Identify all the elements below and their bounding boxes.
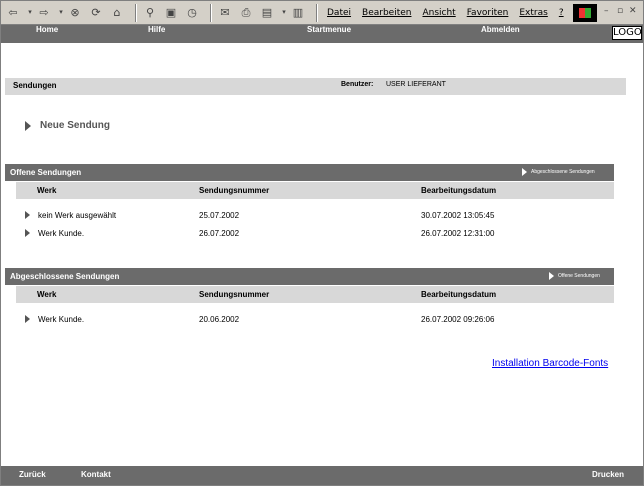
edit-icon[interactable]: ▤ <box>259 5 275 21</box>
column-sendungsnummer: Sendungsnummer <box>199 186 270 195</box>
arrow-right-icon <box>549 272 554 280</box>
column-werk: Werk <box>37 186 57 195</box>
toolbar-separator <box>316 3 318 22</box>
arrow-right-icon <box>25 120 31 131</box>
mail-icon[interactable]: ✉ <box>217 5 233 21</box>
open-shipments-link[interactable]: Offene Sendungen <box>549 272 600 280</box>
cell-bearbeitungsdatum: 26.07.2002 12:31:00 <box>421 229 495 238</box>
toolbar-separator <box>210 3 212 22</box>
browser-toolbar: ⇦ ▾ ⇨ ▾ ⊗ ⟳ ⌂ ⚲ ▣ ◷ ✉ ⎙ ▤ ▾ ▥ Datei Bear… <box>1 1 643 25</box>
dropdown-icon[interactable]: ▾ <box>280 5 288 21</box>
menu-datei[interactable]: Datei <box>327 8 351 18</box>
toolbar-separator <box>135 3 137 22</box>
closed-shipments-header: Abgeschlossene Sendungen Offene Sendunge… <box>5 268 614 285</box>
nav-abmelden[interactable]: Abmelden <box>481 25 520 35</box>
home-icon[interactable]: ⌂ <box>109 5 125 21</box>
open-shipments-title: Offene Sendungen <box>10 168 82 177</box>
favorites-icon[interactable]: ▣ <box>163 5 179 21</box>
table-row[interactable]: Werk Kunde. 26.07.2002 26.07.2002 12:31:… <box>25 228 625 240</box>
toolbar-icons: ⇦ ▾ ⇨ ▾ ⊗ ⟳ ⌂ ⚲ ▣ ◷ ✉ ⎙ ▤ ▾ ▥ <box>1 1 311 25</box>
table-row[interactable]: kein Werk ausgewählt 25.07.2002 30.07.20… <box>25 210 625 222</box>
browser-window: ⇦ ▾ ⇨ ▾ ⊗ ⟳ ⌂ ⚲ ▣ ◷ ✉ ⎙ ▤ ▾ ▥ Datei Bear… <box>0 0 644 486</box>
open-shipments-columns: Werk Sendungsnummer Bearbeitungsdatum <box>16 182 614 199</box>
arrow-right-icon <box>522 168 527 176</box>
dropdown-icon[interactable]: ▾ <box>26 5 34 21</box>
browser-menu: Datei Bearbeiten Ansicht Favoriten Extra… <box>327 1 575 25</box>
arrow-right-icon <box>25 211 30 219</box>
cell-sendungsnummer: 25.07.2002 <box>199 211 240 220</box>
print-button[interactable]: Drucken <box>592 470 624 479</box>
nav-startmenue[interactable]: Startmenue <box>307 25 351 35</box>
back-button[interactable]: Zurück <box>19 470 46 479</box>
print-icon[interactable]: ⎙ <box>238 5 254 21</box>
cell-sendungsnummer: 26.07.2002 <box>199 229 240 238</box>
column-bearbeitungsdatum: Bearbeitungsdatum <box>421 186 497 195</box>
arrow-right-icon <box>25 315 30 323</box>
windows-logo-icon <box>573 4 597 22</box>
history-icon[interactable]: ◷ <box>184 5 200 21</box>
page-title: Sendungen <box>13 81 57 90</box>
menu-extras[interactable]: Extras <box>519 8 547 18</box>
refresh-icon[interactable]: ⟳ <box>88 5 104 21</box>
contact-button[interactable]: Kontakt <box>81 470 111 479</box>
maximize-icon[interactable]: ▫ <box>617 6 623 16</box>
column-werk: Werk <box>37 290 57 299</box>
column-bearbeitungsdatum: Bearbeitungsdatum <box>421 290 497 299</box>
open-shipments-header: Offene Sendungen Abgeschlossene Sendunge… <box>5 164 614 181</box>
cell-sendungsnummer: 20.06.2002 <box>199 315 240 324</box>
barcode-fonts-link[interactable]: Installation Barcode-Fonts <box>492 358 608 369</box>
table-row[interactable]: Werk Kunde. 20.06.2002 26.07.2002 09:26:… <box>25 314 625 326</box>
forward-icon[interactable]: ⇨ <box>36 5 52 21</box>
closed-shipments-link[interactable]: Abgeschlossene Sendungen <box>522 168 595 176</box>
closed-shipments-title: Abgeschlossene Sendungen <box>10 272 120 281</box>
dropdown-icon[interactable]: ▾ <box>57 5 65 21</box>
user-value: USER LIEFERANT <box>386 81 446 88</box>
back-icon[interactable]: ⇦ <box>5 5 21 21</box>
nav-home[interactable]: Home <box>36 25 58 35</box>
cell-werk: Werk Kunde. <box>38 229 85 238</box>
menu-favoriten[interactable]: Favoriten <box>467 8 509 18</box>
cell-bearbeitungsdatum: 30.07.2002 13:05:45 <box>421 211 495 220</box>
search-icon[interactable]: ⚲ <box>142 5 158 21</box>
bottom-nav: Zurück Kontakt Drucken <box>1 466 643 485</box>
cell-bearbeitungsdatum: 26.07.2002 09:26:06 <box>421 315 495 324</box>
cell-werk: Werk Kunde. <box>38 315 85 324</box>
new-shipment-label: Neue Sendung <box>40 120 111 131</box>
arrow-right-icon <box>25 229 30 237</box>
column-sendungsnummer: Sendungsnummer <box>199 290 270 299</box>
menu-bearbeiten[interactable]: Bearbeiten <box>362 8 411 18</box>
closed-shipments-columns: Werk Sendungsnummer Bearbeitungsdatum <box>16 286 614 303</box>
new-shipment-link[interactable]: Neue Sendung <box>25 120 110 131</box>
logo: LOGO <box>612 26 642 40</box>
menu-help[interactable]: ? <box>559 8 564 18</box>
stop-icon[interactable]: ⊗ <box>67 5 83 21</box>
open-shipments-link-label: Offene Sendungen <box>558 273 600 279</box>
close-icon[interactable]: ✕ <box>629 6 637 16</box>
page-header: Sendungen Benutzer: USER LIEFERANT <box>5 78 626 95</box>
top-nav: Home Hilfe Startmenue Abmelden <box>1 25 643 43</box>
cell-werk: kein Werk ausgewählt <box>38 211 117 220</box>
menu-ansicht[interactable]: Ansicht <box>422 8 455 18</box>
minimize-icon[interactable]: – <box>604 6 609 16</box>
discuss-icon[interactable]: ▥ <box>290 5 306 21</box>
closed-shipments-link-label: Abgeschlossene Sendungen <box>531 169 595 175</box>
user-label: Benutzer: <box>341 81 374 88</box>
nav-hilfe[interactable]: Hilfe <box>148 25 165 35</box>
